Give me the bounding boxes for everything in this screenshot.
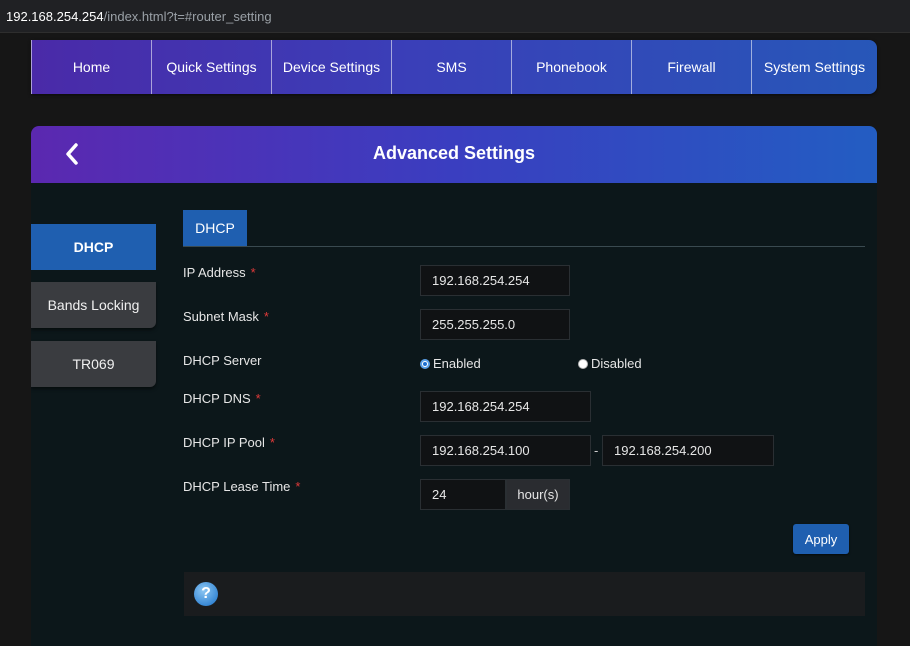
- nav-firewall[interactable]: Firewall: [631, 40, 751, 94]
- url-path: /index.html?t=#router_setting: [103, 9, 272, 24]
- url-text[interactable]: 192.168.254.254/index.html?t=#router_set…: [6, 9, 272, 24]
- required-mark: *: [295, 479, 301, 494]
- dhcp-server-disabled-label: Disabled: [591, 356, 642, 371]
- panel-header: Advanced Settings: [31, 126, 877, 183]
- advanced-settings-panel: Advanced Settings DHCP Bands Locking TR0…: [31, 126, 877, 646]
- dhcp-dns-label-text: DHCP DNS: [183, 391, 251, 406]
- nav-phonebook[interactable]: Phonebook: [511, 40, 631, 94]
- ip-pool-separator: -: [594, 443, 599, 458]
- ip-pool-end-input[interactable]: [602, 435, 774, 466]
- subnet-mask-label-text: Subnet Mask: [183, 309, 259, 324]
- lease-time-unit: hour(s): [506, 479, 570, 510]
- tab-dhcp[interactable]: DHCP: [183, 210, 247, 246]
- address-bar[interactable]: 192.168.254.254/index.html?t=#router_set…: [0, 0, 910, 33]
- nav-home[interactable]: Home: [31, 40, 151, 94]
- dhcp-server-disabled-radio[interactable]: Disabled: [578, 356, 642, 371]
- lease-time-label-text: DHCP Lease Time: [183, 479, 291, 494]
- ip-address-label: IP Address *: [183, 265, 256, 280]
- help-bar: ?: [184, 572, 865, 616]
- dhcp-server-enabled-radio[interactable]: Enabled: [420, 356, 481, 371]
- page-title: Advanced Settings: [372, 143, 536, 163]
- help-icon[interactable]: ?: [194, 582, 218, 606]
- nav-sms[interactable]: SMS: [391, 40, 511, 94]
- sidebar-item-dhcp[interactable]: DHCP: [31, 224, 156, 270]
- required-mark: *: [263, 309, 269, 324]
- dhcp-server-enabled-label: Enabled: [433, 356, 481, 371]
- url-host: 192.168.254.254: [6, 9, 104, 24]
- nav-quick-settings[interactable]: Quick Settings: [151, 40, 271, 94]
- ip-address-input[interactable]: [420, 265, 570, 296]
- dhcp-dns-input[interactable]: [420, 391, 591, 422]
- nav-system-settings[interactable]: System Settings: [751, 40, 877, 94]
- dhcp-server-label: DHCP Server: [183, 353, 262, 368]
- nav-device-settings[interactable]: Device Settings: [271, 40, 391, 94]
- required-mark: *: [255, 391, 261, 406]
- radio-unchecked-icon: [578, 358, 588, 369]
- radio-checked-icon: [420, 358, 430, 369]
- apply-button[interactable]: Apply: [793, 524, 849, 554]
- subnet-mask-input[interactable]: [420, 309, 570, 340]
- lease-time-input[interactable]: [420, 479, 506, 510]
- ip-address-label-text: IP Address: [183, 265, 246, 280]
- sidebar-item-tr069[interactable]: TR069: [31, 341, 156, 387]
- required-mark: *: [269, 435, 275, 450]
- dhcp-ip-pool-label-text: DHCP IP Pool: [183, 435, 265, 450]
- tab-divider: [183, 246, 865, 247]
- lease-time-label: DHCP Lease Time *: [183, 479, 300, 494]
- dhcp-ip-pool-label: DHCP IP Pool *: [183, 435, 275, 450]
- main-nav: Home Quick Settings Device Settings SMS …: [31, 40, 877, 94]
- dhcp-dns-label: DHCP DNS *: [183, 391, 261, 406]
- subnet-mask-label: Subnet Mask *: [183, 309, 269, 324]
- sidebar-item-bands-locking[interactable]: Bands Locking: [31, 282, 156, 328]
- ip-pool-start-input[interactable]: [420, 435, 591, 466]
- required-mark: *: [250, 265, 256, 280]
